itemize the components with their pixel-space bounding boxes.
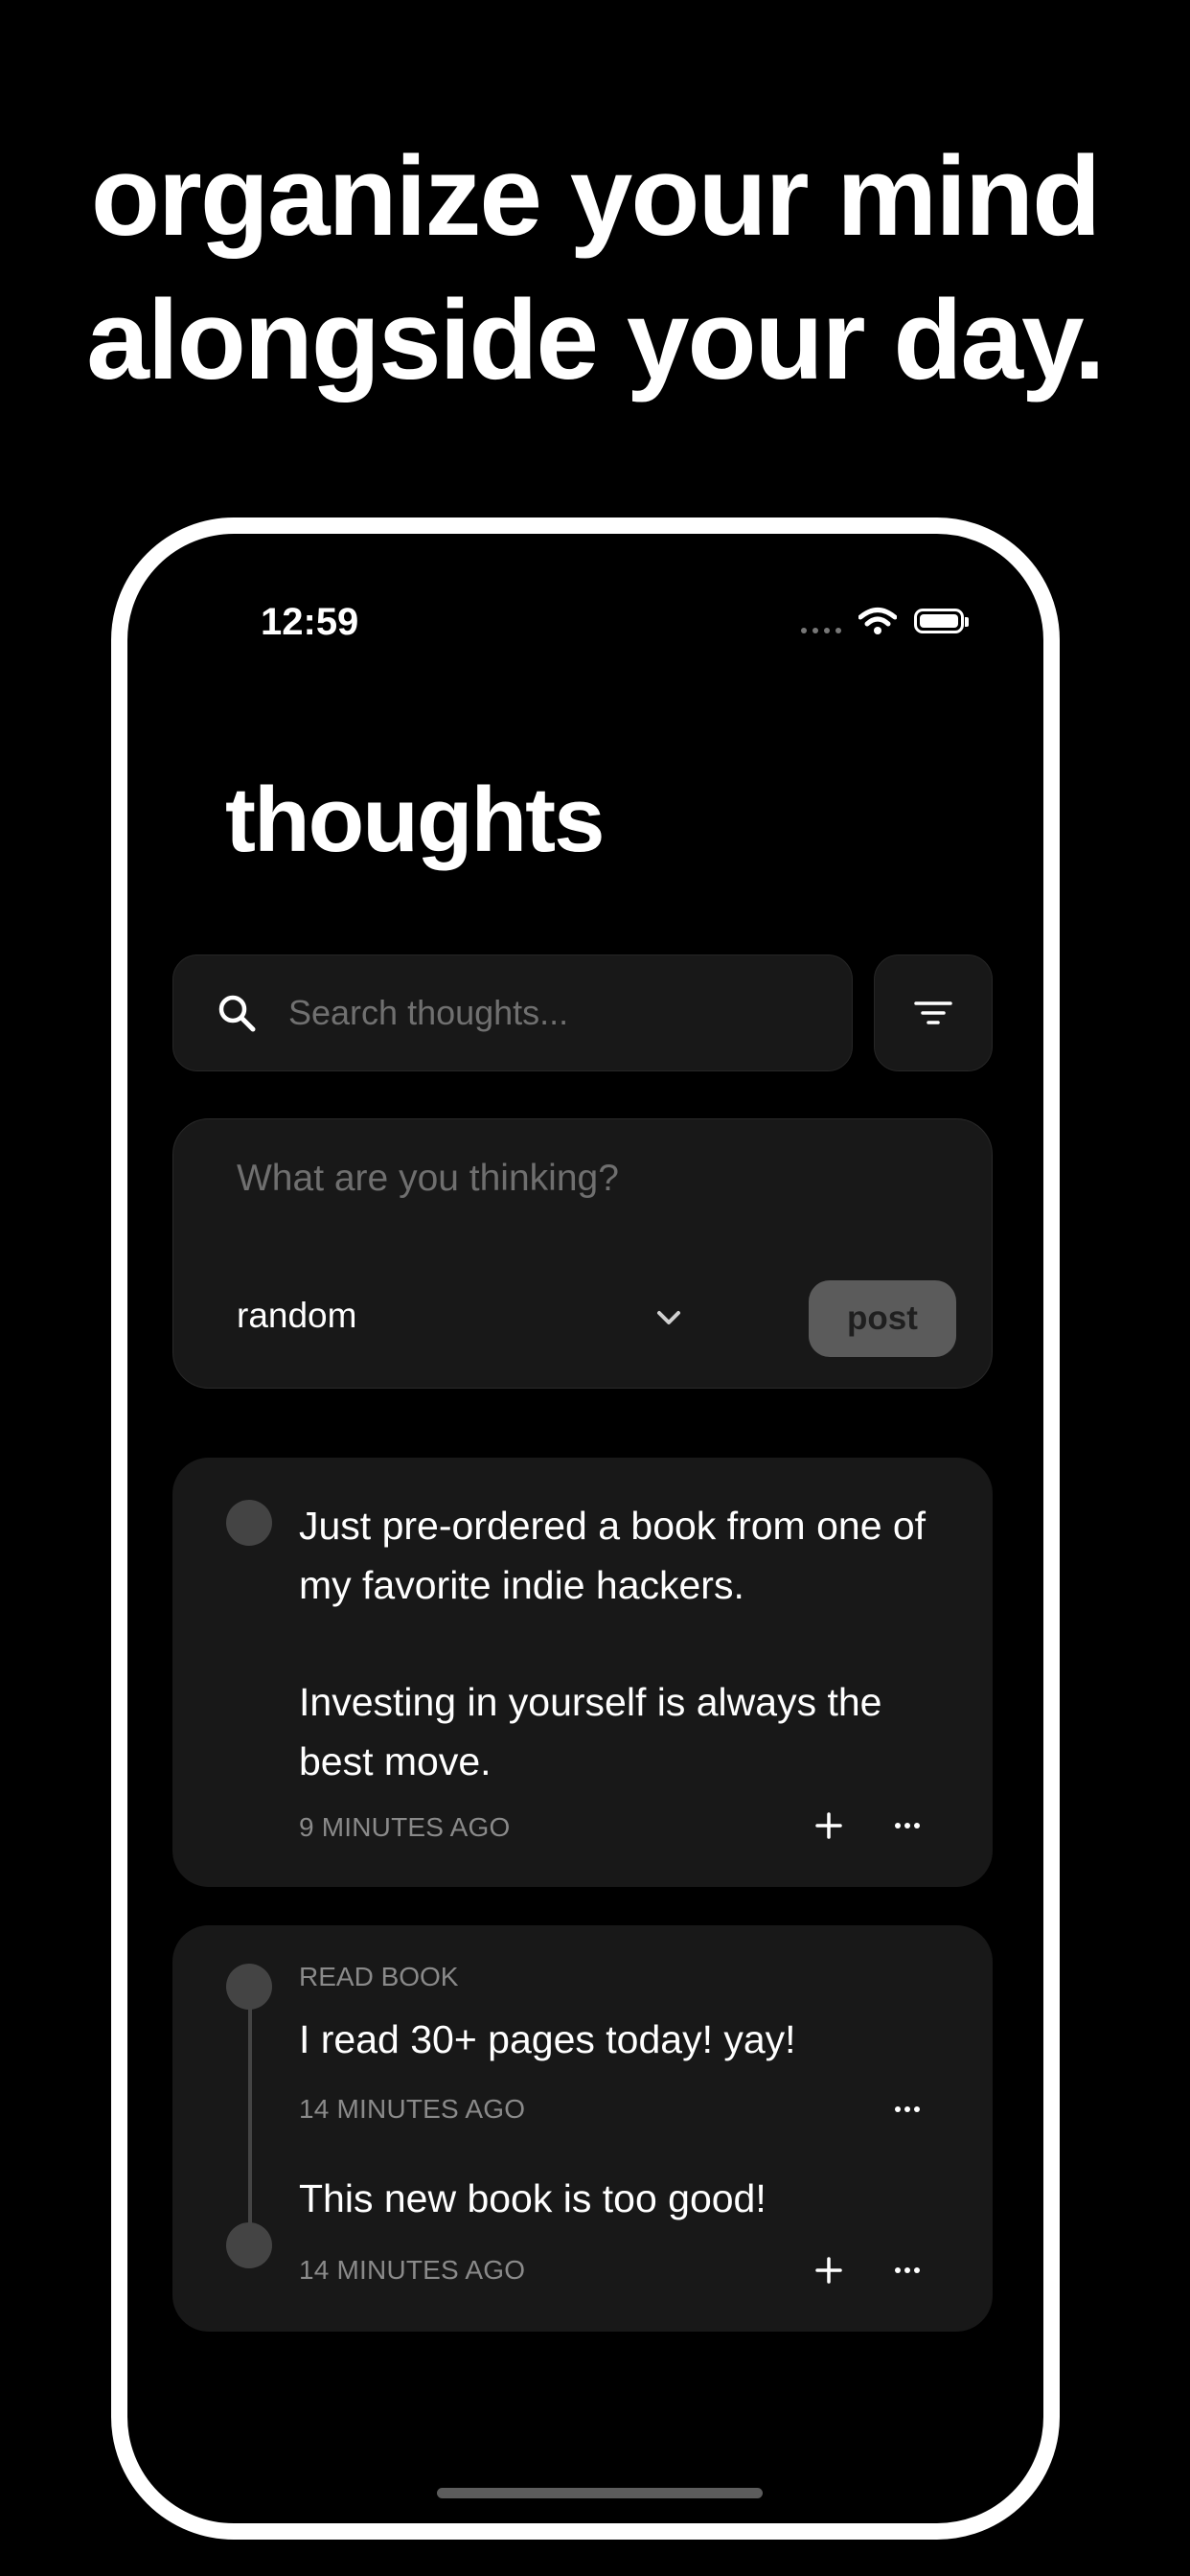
thought-timestamp: 9 MINUTES AGO	[299, 1812, 511, 1842]
search-icon	[214, 990, 260, 1036]
more-options-button[interactable]	[886, 2088, 928, 2130]
marketing-headline: organize your mind alongside your day.	[0, 125, 1190, 412]
signal-icon	[801, 605, 841, 637]
phone-frame: 12:59 thoughts Search thoughts... What a…	[111, 518, 1060, 2540]
thought-text-paragraph-1: Just pre-ordered a book from one of my f…	[299, 1504, 927, 1607]
thread-entry-dot[interactable]	[226, 1964, 272, 2010]
more-icon	[895, 2106, 920, 2112]
new-thought-composer: What are you thinking? random post	[172, 1118, 993, 1389]
thought-thread-card: READ BOOK I read 30+ pages today! yay! 1…	[172, 1925, 993, 2332]
plus-icon	[815, 2257, 842, 2284]
thread-entry-text: This new book is too good!	[299, 2176, 767, 2220]
chevron-down-icon[interactable]	[652, 1301, 685, 1334]
search-input[interactable]	[286, 992, 827, 1034]
thread-connector-line	[248, 1987, 252, 2255]
thought-card[interactable]: Just pre-ordered a book from one of my f…	[172, 1458, 993, 1887]
thread-tag: READ BOOK	[299, 1962, 459, 1991]
more-options-button[interactable]	[886, 1805, 928, 1847]
thought-text-paragraph-2: Investing in yourself is always the best…	[299, 1680, 882, 1783]
status-indicators	[801, 605, 969, 637]
page-title: thoughts	[225, 769, 606, 871]
thread-entry-text: I read 30+ pages today! yay!	[299, 2017, 796, 2061]
app-screen: 12:59 thoughts Search thoughts... What a…	[127, 534, 1043, 2523]
thought-status-dot[interactable]	[226, 1500, 272, 1546]
home-indicator[interactable]	[437, 2488, 763, 2498]
plus-icon	[815, 1812, 842, 1839]
headline-line-2: alongside your day.	[86, 277, 1105, 403]
add-reply-button[interactable]	[808, 1805, 850, 1847]
filter-button[interactable]	[874, 954, 993, 1071]
search-bar[interactable]	[172, 954, 853, 1071]
filter-icon	[914, 1001, 952, 1024]
status-time: 12:59	[261, 601, 359, 643]
more-icon	[895, 2267, 920, 2273]
thread-entry-timestamp: 14 MINUTES AGO	[299, 2255, 526, 2285]
wifi-icon	[858, 608, 897, 634]
headline-line-1: organize your mind	[90, 133, 1101, 260]
more-icon	[895, 1823, 920, 1828]
more-options-button[interactable]	[886, 2249, 928, 2291]
battery-icon	[914, 609, 969, 633]
thought-input[interactable]: What are you thinking?	[237, 1158, 619, 1200]
post-button[interactable]: post	[809, 1280, 956, 1357]
thread-entry-dot[interactable]	[226, 2222, 272, 2268]
thread-entry-timestamp: 14 MINUTES AGO	[299, 2094, 526, 2124]
category-selector[interactable]: random	[237, 1296, 356, 1336]
add-reply-button[interactable]	[808, 2249, 850, 2291]
